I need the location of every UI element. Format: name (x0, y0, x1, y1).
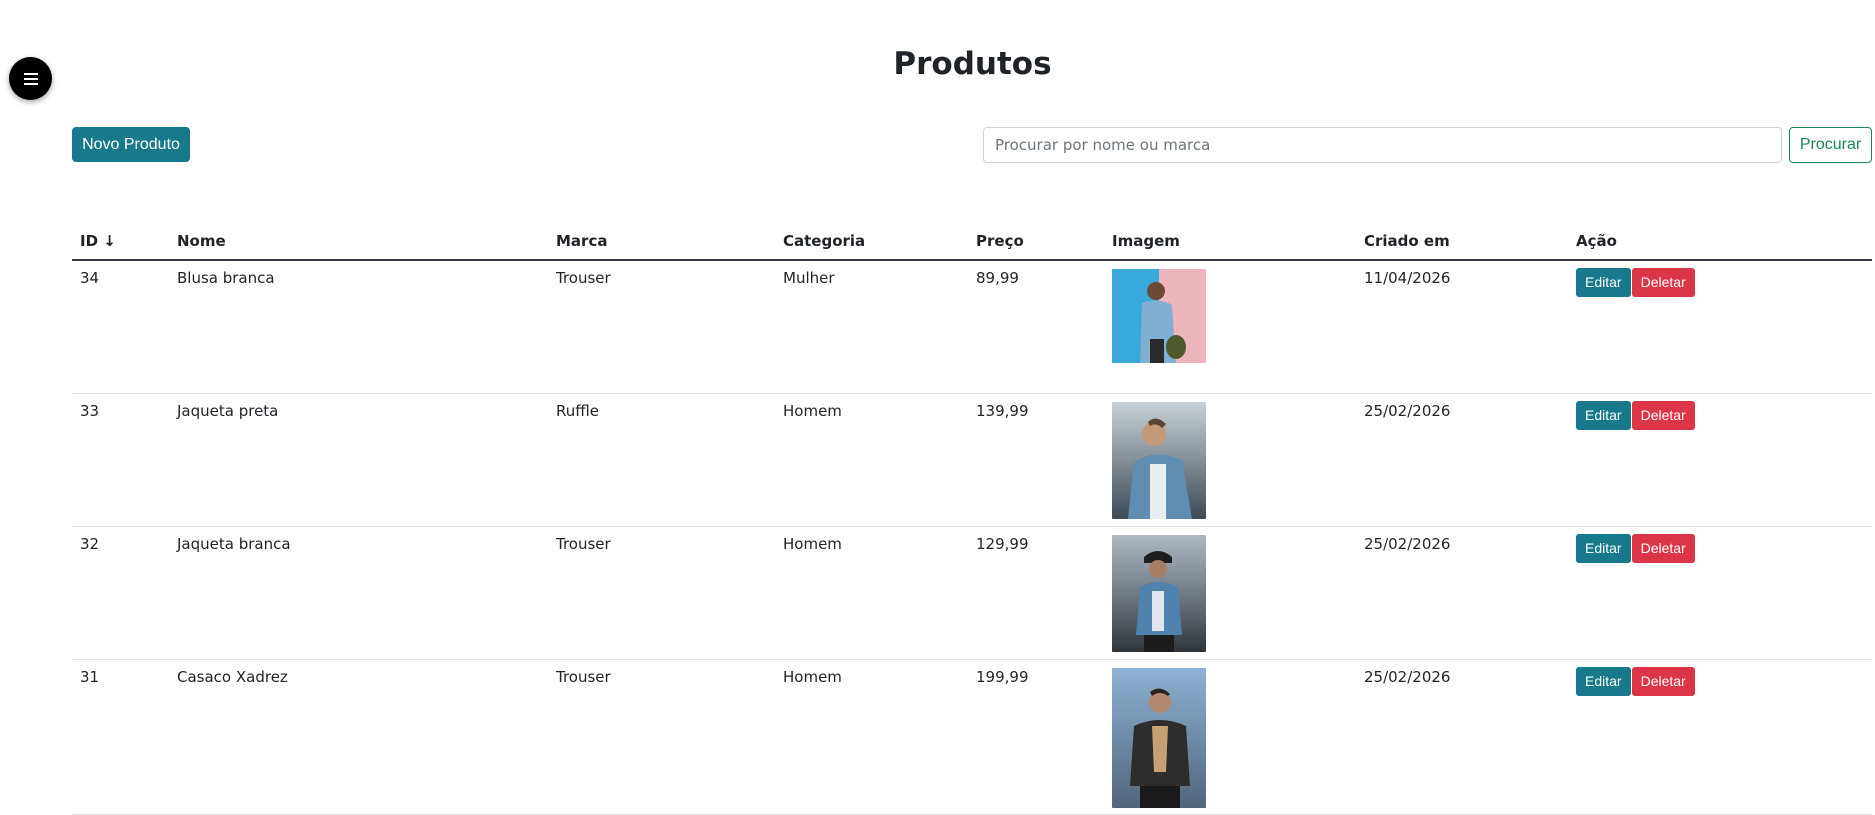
column-header-brand[interactable]: Marca (548, 225, 775, 261)
cell-name: Jaqueta branca (169, 526, 548, 660)
cell-image (1104, 260, 1356, 394)
edit-button[interactable]: Editar (1576, 268, 1631, 297)
cell-action: Editar Deletar (1568, 659, 1872, 815)
delete-button[interactable]: Deletar (1631, 401, 1695, 430)
products-table: ID ↓ Nome Marca Categoria Preço Imagem C… (72, 225, 1872, 815)
cell-id: 32 (72, 526, 169, 660)
cell-image (1104, 659, 1356, 815)
column-header-image: Imagem (1104, 225, 1356, 261)
cell-price: 139,99 (968, 393, 1104, 527)
search-button[interactable]: Procurar (1789, 127, 1872, 163)
table-header-row: ID ↓ Nome Marca Categoria Preço Imagem C… (72, 225, 1872, 261)
column-header-name[interactable]: Nome (169, 225, 548, 261)
edit-button[interactable]: Editar (1576, 401, 1631, 430)
edit-button[interactable]: Editar (1576, 534, 1631, 563)
cell-brand: Trouser (548, 659, 775, 815)
cell-id: 34 (72, 260, 169, 394)
table-row: 32 Jaqueta branca Trouser Homem 129,99 2… (72, 526, 1872, 660)
edit-button[interactable]: Editar (1576, 667, 1631, 696)
cell-price: 129,99 (968, 526, 1104, 660)
cell-brand: Trouser (548, 260, 775, 394)
cell-created: 25/02/2026 (1356, 393, 1568, 527)
cell-id: 33 (72, 393, 169, 527)
table-row: 33 Jaqueta preta Ruffle Homem 139,99 25/… (72, 393, 1872, 527)
cell-category: Homem (775, 659, 968, 815)
product-image (1112, 668, 1206, 808)
cell-action: Editar Deletar (1568, 526, 1872, 660)
column-header-id[interactable]: ID ↓ (72, 225, 169, 261)
delete-button[interactable]: Deletar (1631, 534, 1695, 563)
cell-action: Editar Deletar (1568, 393, 1872, 527)
column-header-price[interactable]: Preço (968, 225, 1104, 261)
column-header-created[interactable]: Criado em (1356, 225, 1568, 261)
delete-button[interactable]: Deletar (1631, 268, 1695, 297)
cell-category: Mulher (775, 260, 968, 394)
cell-brand: Ruffle (548, 393, 775, 527)
cell-price: 89,99 (968, 260, 1104, 394)
cell-image (1104, 526, 1356, 660)
cell-created: 25/02/2026 (1356, 659, 1568, 815)
cell-action: Editar Deletar (1568, 260, 1872, 394)
delete-button[interactable]: Deletar (1631, 667, 1695, 696)
cell-name: Jaqueta preta (169, 393, 548, 527)
cell-category: Homem (775, 393, 968, 527)
cell-name: Casaco Xadrez (169, 659, 548, 815)
cell-id: 31 (72, 659, 169, 815)
product-image (1112, 269, 1206, 363)
cell-category: Homem (775, 526, 968, 660)
product-image (1112, 402, 1206, 519)
column-header-action: Ação (1568, 225, 1872, 261)
cell-brand: Trouser (548, 526, 775, 660)
table-row: 34 Blusa branca Trouser Mulher 89,99 11/… (72, 260, 1872, 394)
search-input[interactable] (983, 127, 1782, 163)
product-image (1112, 535, 1206, 652)
page-title: Produtos (893, 46, 1052, 82)
column-header-category[interactable]: Categoria (775, 225, 968, 261)
table-row: 31 Casaco Xadrez Trouser Homem 199,99 25… (72, 659, 1872, 815)
cell-price: 199,99 (968, 659, 1104, 815)
cell-name: Blusa branca (169, 260, 548, 394)
cell-created: 25/02/2026 (1356, 526, 1568, 660)
cell-image (1104, 393, 1356, 527)
cell-created: 11/04/2026 (1356, 260, 1568, 394)
new-product-button[interactable]: Novo Produto (72, 127, 190, 162)
